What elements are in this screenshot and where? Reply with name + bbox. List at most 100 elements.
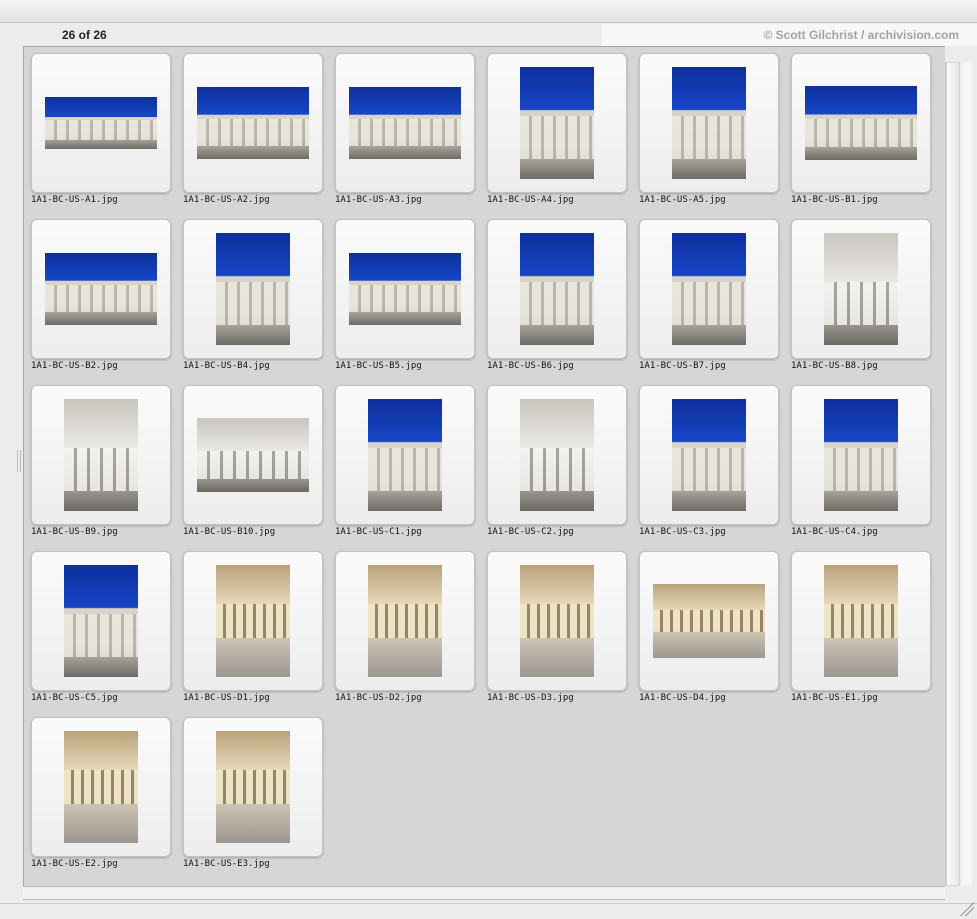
thumbnail-image-detail	[216, 770, 290, 804]
thumbnail-tile[interactable]	[791, 53, 931, 193]
thumbnail-image-detail	[45, 284, 157, 313]
thumbnail-image-detail	[520, 282, 594, 325]
thumbnail-tile[interactable]	[639, 385, 779, 525]
thumbnail-image	[520, 233, 594, 345]
thumbnail-image-detail	[520, 448, 594, 491]
thumbnail-tile[interactable]	[335, 551, 475, 691]
thumbnail-image	[197, 87, 309, 159]
horizontal-scrollbar[interactable]	[23, 886, 945, 900]
thumbnail-image	[653, 584, 765, 658]
thumbnail-tile[interactable]	[487, 53, 627, 193]
thumbnail-image	[520, 399, 594, 511]
thumbnail-tile[interactable]	[31, 53, 171, 193]
thumbnail-image	[216, 731, 290, 843]
resize-grip-icon[interactable]	[958, 900, 974, 916]
thumbnail-image-detail	[672, 282, 746, 325]
thumbnail-tile[interactable]	[639, 551, 779, 691]
thumbnail-image	[672, 233, 746, 345]
thumbnail-image-detail	[520, 116, 594, 159]
thumbnail-tile[interactable]	[487, 219, 627, 359]
thumbnail-filename: 1A1-BC-US-B4.jpg	[183, 361, 270, 371]
thumbnail-image	[349, 253, 461, 325]
thumbnail-filename: 1A1-BC-US-B9.jpg	[31, 527, 118, 537]
thumbnail-image-detail	[368, 604, 442, 638]
thumbnail-tile[interactable]	[791, 385, 931, 525]
thumbnail-tile[interactable]	[335, 219, 475, 359]
thumbnail-image-detail	[64, 770, 138, 804]
thumbnail-image	[672, 67, 746, 179]
thumbnail-tile[interactable]	[183, 717, 323, 857]
thumbnail-image-detail	[349, 118, 461, 147]
vertical-scrollbar[interactable]	[945, 62, 960, 886]
thumbnail-image-detail	[824, 604, 898, 638]
thumbnail-filename: 1A1-BC-US-D1.jpg	[183, 693, 270, 703]
image-counter: 26 of 26	[62, 28, 107, 42]
thumbnail-filename: 1A1-BC-US-D2.jpg	[335, 693, 422, 703]
thumbnail-image	[520, 565, 594, 677]
thumbnail-tile[interactable]	[183, 385, 323, 525]
thumbnail-image	[45, 253, 157, 325]
thumbnail-image	[805, 86, 917, 160]
thumbnail-tile[interactable]	[31, 385, 171, 525]
thumbnail-image	[824, 399, 898, 511]
thumbnail-filename: 1A1-BC-US-C3.jpg	[639, 527, 726, 537]
thumbnail-image	[672, 399, 746, 511]
thumbnail-tile[interactable]	[183, 551, 323, 691]
thumbnail-image-detail	[64, 614, 138, 657]
thumbnail-filename: 1A1-BC-US-B10.jpg	[183, 527, 276, 537]
thumbnail-image	[64, 399, 138, 511]
thumbnail-tile[interactable]	[31, 717, 171, 857]
thumbnail-tile[interactable]	[487, 385, 627, 525]
thumbnail-filename: 1A1-BC-US-B5.jpg	[335, 361, 422, 371]
thumbnail-filename: 1A1-BC-US-A3.jpg	[335, 195, 422, 205]
thumbnail-image	[824, 233, 898, 345]
copyright-credit: © Scott Gilchrist / archivision.com	[602, 24, 977, 46]
thumbnail-image	[349, 87, 461, 159]
scrollbar-track	[962, 62, 972, 886]
thumbnail-filename: 1A1-BC-US-A1.jpg	[31, 195, 118, 205]
thumbnail-image-detail	[520, 604, 594, 638]
thumbnail-image-detail	[216, 282, 290, 325]
thumbnail-tile[interactable]	[791, 219, 931, 359]
thumbnail-filename: 1A1-BC-US-D4.jpg	[639, 693, 726, 703]
thumbnail-image-detail	[64, 448, 138, 491]
thumbnail-image-detail	[349, 284, 461, 313]
thumbnail-tile[interactable]	[487, 551, 627, 691]
thumbnail-image-detail	[824, 448, 898, 491]
thumbnail-filename: 1A1-BC-US-E3.jpg	[183, 859, 270, 869]
thumbnail-image-detail	[45, 119, 157, 140]
thumbnail-image-detail	[824, 282, 898, 325]
thumbnail-image-detail	[197, 118, 309, 147]
thumbnail-tile[interactable]	[639, 219, 779, 359]
thumbnail-tile[interactable]	[31, 551, 171, 691]
thumbnail-filename: 1A1-BC-US-A2.jpg	[183, 195, 270, 205]
thumbnail-image	[824, 565, 898, 677]
thumbnail-image-detail	[672, 448, 746, 491]
thumbnail-filename: 1A1-BC-US-C1.jpg	[335, 527, 422, 537]
thumbnail-tile[interactable]	[639, 53, 779, 193]
thumbnail-image-detail	[653, 609, 765, 633]
thumbnail-filename: 1A1-BC-US-A4.jpg	[487, 195, 574, 205]
thumbnail-filename: 1A1-BC-US-E1.jpg	[791, 693, 878, 703]
thumbnail-tile[interactable]	[183, 53, 323, 193]
thumbnail-image-detail	[805, 118, 917, 147]
thumbnail-tile[interactable]	[335, 53, 475, 193]
thumbnail-tile[interactable]	[31, 219, 171, 359]
thumbnail-filename: 1A1-BC-US-B6.jpg	[487, 361, 574, 371]
thumbnail-tile[interactable]	[183, 219, 323, 359]
thumbnail-image	[197, 418, 309, 492]
thumbnail-filename: 1A1-BC-US-E2.jpg	[31, 859, 118, 869]
thumbnail-tile[interactable]	[335, 385, 475, 525]
thumbnail-image	[216, 233, 290, 345]
thumbnail-image	[64, 565, 138, 677]
status-bar	[0, 903, 977, 919]
thumbnail-image	[368, 399, 442, 511]
thumbnail-image-detail	[368, 448, 442, 491]
panel-splitter-handle[interactable]	[17, 450, 21, 472]
thumbnail-filename: 1A1-BC-US-C2.jpg	[487, 527, 574, 537]
thumbnail-tile[interactable]	[791, 551, 931, 691]
thumbnail-image	[45, 97, 157, 149]
vertical-scrollbar-thumb[interactable]	[946, 62, 960, 886]
thumbnail-filename: 1A1-BC-US-A5.jpg	[639, 195, 726, 205]
thumbnail-filename: 1A1-BC-US-C4.jpg	[791, 527, 878, 537]
